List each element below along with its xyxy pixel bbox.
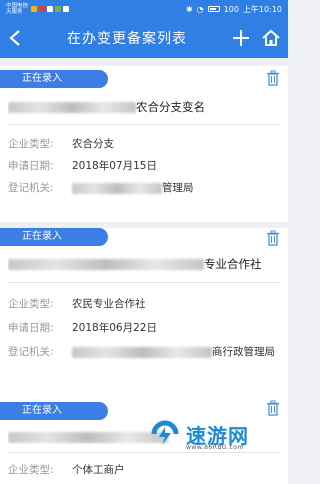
carrier-service: 天服务: [6, 9, 23, 15]
redacted-registry: [72, 182, 162, 194]
watermark-url: www.86RBG.com: [186, 444, 244, 451]
add-button[interactable]: [232, 29, 250, 47]
chevron-left-icon: [9, 30, 20, 46]
enterprise-name-visible: 专业合作社: [204, 257, 262, 271]
apply-date-row: 申请日期: 2018年06月22日: [8, 320, 280, 335]
enterprise-type-row: 企业类型: 农民专业合作社: [8, 296, 280, 311]
wifi-icon: ◔: [196, 4, 204, 14]
status-badge: 正在录入: [0, 70, 108, 88]
app-notification-icon: [39, 6, 46, 12]
status-right: ✱ ◔ 100 上午10:10: [186, 4, 282, 15]
notification-icons: [31, 6, 70, 12]
battery-icon: [207, 6, 220, 12]
delete-button[interactable]: [266, 230, 280, 250]
watermark-logo-icon: [151, 420, 179, 445]
divider: [8, 282, 280, 283]
app-notification-icon: [55, 6, 62, 12]
apply-date-row: 申请日期: 2018年07月15日: [8, 158, 280, 173]
enterprise-type-row: 企业类型: 农合分支: [8, 136, 280, 151]
delete-button[interactable]: [266, 70, 280, 90]
enterprise-type-label: 企业类型:: [8, 464, 54, 476]
bluetooth-icon: ✱: [185, 4, 193, 14]
enterprise-type-label: 企业类型:: [8, 138, 54, 150]
apply-date-label: 申请日期:: [8, 322, 54, 334]
enterprise-name: 专业合作社: [8, 256, 268, 272]
apply-date-value: 2018年07月15日: [72, 160, 157, 172]
back-button[interactable]: [8, 29, 22, 47]
registry-row: 登记机关: 管理局: [8, 180, 280, 195]
page-title: 在办变更备案列表: [67, 31, 187, 47]
status-badge: 正在录入: [0, 402, 108, 420]
carrier: 中国电信 天服务: [6, 3, 28, 15]
enterprise-name-visible: 农合分支变名: [136, 100, 205, 114]
trash-icon: [267, 230, 279, 246]
status-badge: 正在录入: [0, 228, 108, 246]
redacted-name: [8, 432, 168, 443]
registry-value: 管理局: [162, 182, 194, 194]
registry-row: 登记机关: 商行政管理局: [8, 344, 280, 359]
trash-icon: [267, 70, 279, 86]
redacted-name: [8, 259, 204, 270]
enterprise-type-value: 农合分支: [72, 138, 114, 150]
home-icon: [262, 29, 280, 46]
registry-label: 登记机关:: [8, 182, 54, 194]
nav-bar: 在办变更备案列表: [0, 18, 288, 58]
nav-actions: [232, 29, 280, 47]
record-card[interactable]: 正在录入 农合分支变名 企业类型: 农合分支 申请日期: 2018年07月15日 登…: [0, 66, 288, 222]
app-notification-icon: [31, 6, 38, 12]
clock: 上午10:10: [242, 4, 282, 14]
status-bar: 中国电信 天服务 ✱ ◔ 100 上午10:10: [0, 0, 288, 18]
registry-label: 登记机关:: [8, 346, 54, 358]
enterprise-type-value: 农民专业合作社: [72, 298, 146, 310]
enterprise-type-row: 企业类型: 个体工商户: [8, 462, 280, 477]
enterprise-type-label: 企业类型:: [8, 298, 54, 310]
home-button[interactable]: [262, 29, 280, 47]
plus-icon: [233, 30, 249, 46]
status-left: 中国电信 天服务: [6, 3, 70, 15]
battery-level: 100: [223, 4, 239, 14]
app-notification-icon: [63, 6, 70, 12]
app-notification-icon: [47, 6, 54, 12]
watermark: 速游网 www.86RBG.com: [148, 412, 288, 456]
apply-date-value: 2018年06月22日: [72, 322, 157, 334]
redacted-name: [8, 102, 136, 113]
enterprise-type-value: 个体工商户: [72, 464, 125, 476]
divider: [8, 124, 280, 125]
apply-date-label: 申请日期:: [8, 160, 54, 172]
registry-value: 商行政管理局: [212, 346, 275, 358]
redacted-registry: [72, 346, 212, 358]
enterprise-name: 农合分支变名: [8, 99, 268, 115]
